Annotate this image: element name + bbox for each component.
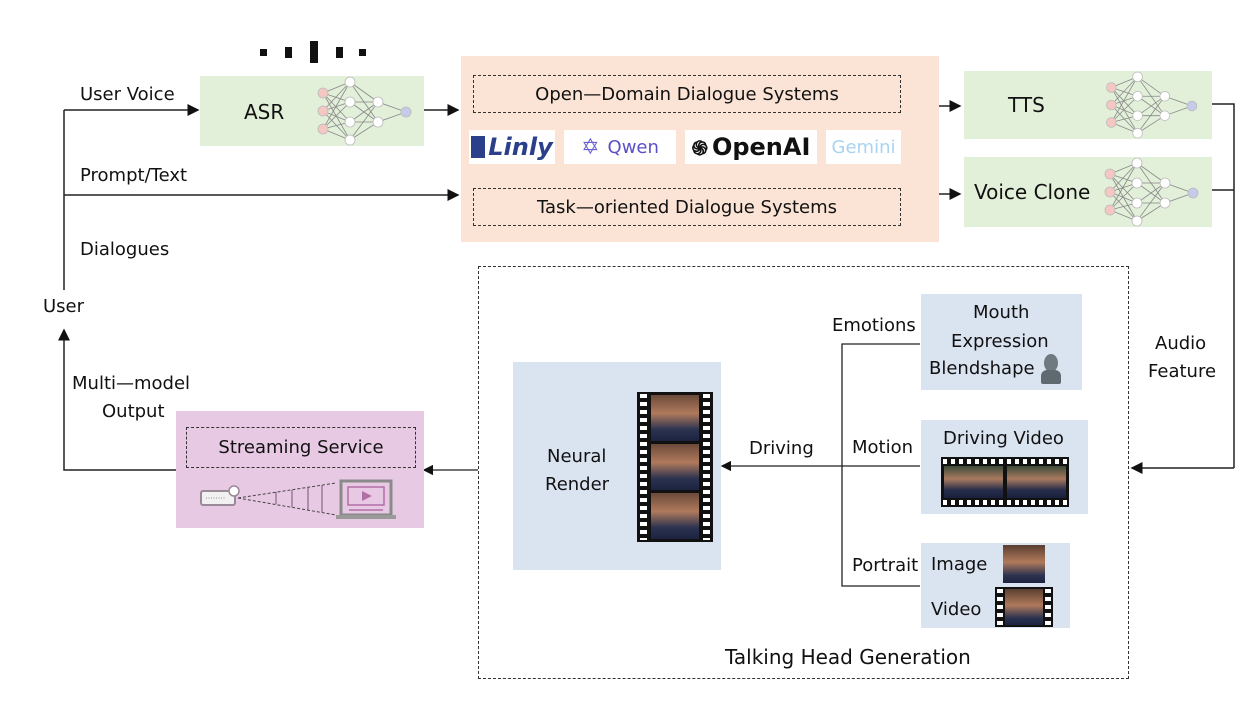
neural-render-label-line1: Neural [547, 446, 607, 467]
openai-icon: ֍ [691, 135, 708, 160]
output-to-user-line [58, 328, 176, 471]
portrait-image-thumbnail [1003, 545, 1045, 583]
portrait-label: Portrait [852, 555, 919, 576]
neural-network-icon [1104, 157, 1199, 227]
portrait-video-filmstrip [995, 587, 1053, 627]
emotions-label: Emotions [832, 315, 916, 336]
blendshape-line1: Mouth [973, 302, 1030, 323]
streaming-service-panel: Streaming Service [176, 411, 424, 528]
talking-head-title: Talking Head Generation [725, 645, 971, 669]
film-frame [1005, 589, 1043, 625]
audio-feature-label-line2: Feature [1148, 361, 1217, 382]
driving-label: Driving [749, 438, 814, 459]
film-frame [1007, 466, 1066, 498]
waveform-bars-icon [258, 40, 368, 66]
portrait-video-label: Video [931, 599, 982, 620]
head-bust-icon [1041, 354, 1061, 384]
audio-feature-label-line1: Audio [1155, 333, 1207, 354]
voice-clone-box: Voice Clone [964, 157, 1212, 227]
logo-linly: Linly [469, 130, 555, 164]
multi-model-label: Multi—model [72, 373, 191, 394]
blendshape-line2: Expression [951, 331, 1049, 352]
voice-clone-label: Voice Clone [974, 180, 1091, 204]
blendshape-box: Mouth Expression Blendshape [921, 294, 1082, 390]
film-frame [651, 395, 699, 441]
qwen-icon: ✡ [581, 134, 600, 160]
asr-label: ASR [244, 100, 285, 124]
driving-video-filmstrip [941, 457, 1069, 507]
portrait-box: Image Video [921, 543, 1070, 628]
driving-video-title: Driving Video [943, 428, 1064, 449]
task-oriented-dialogue-box: Task—oriented Dialogue Systems [473, 188, 901, 226]
film-frame [944, 466, 1003, 498]
motion-label: Motion [852, 437, 914, 458]
tts-label: TTS [1008, 93, 1045, 117]
asr-box: ASR [200, 76, 424, 146]
neural-network-icon [1106, 71, 1198, 139]
user-voice-label: User Voice [80, 84, 175, 105]
output-label: Output [102, 401, 165, 422]
tts-box: TTS [964, 71, 1212, 139]
tts-output-line [1212, 103, 1235, 468]
prompt-text-label: Prompt/Text [80, 165, 188, 186]
logo-qwen: ✡ Qwen [564, 130, 676, 164]
streaming-service-box: Streaming Service [186, 427, 416, 468]
film-frame [651, 493, 699, 539]
film-frame [651, 444, 699, 490]
neural-network-icon [317, 76, 412, 146]
projector-to-screen-icon [200, 479, 396, 519]
rendered-video-filmstrip [637, 392, 713, 542]
neural-render-label-line2: Render [545, 474, 610, 495]
open-domain-dialogue-box: Open—Domain Dialogue Systems [473, 75, 901, 113]
logo-gemini: Gemini [826, 130, 901, 164]
portrait-image-label: Image [931, 554, 988, 575]
logo-openai: ֍ OpenAI [685, 130, 817, 164]
driving-video-box: Driving Video [921, 420, 1088, 514]
dialogues-label: Dialogues [80, 239, 170, 260]
dialogue-systems-panel: Open—Domain Dialogue Systems Linly ✡ Qwe… [461, 56, 939, 242]
neural-render-box: Neural Render [513, 362, 721, 570]
user-node: User [43, 296, 85, 317]
blendshape-line3: Blendshape [929, 358, 1035, 379]
